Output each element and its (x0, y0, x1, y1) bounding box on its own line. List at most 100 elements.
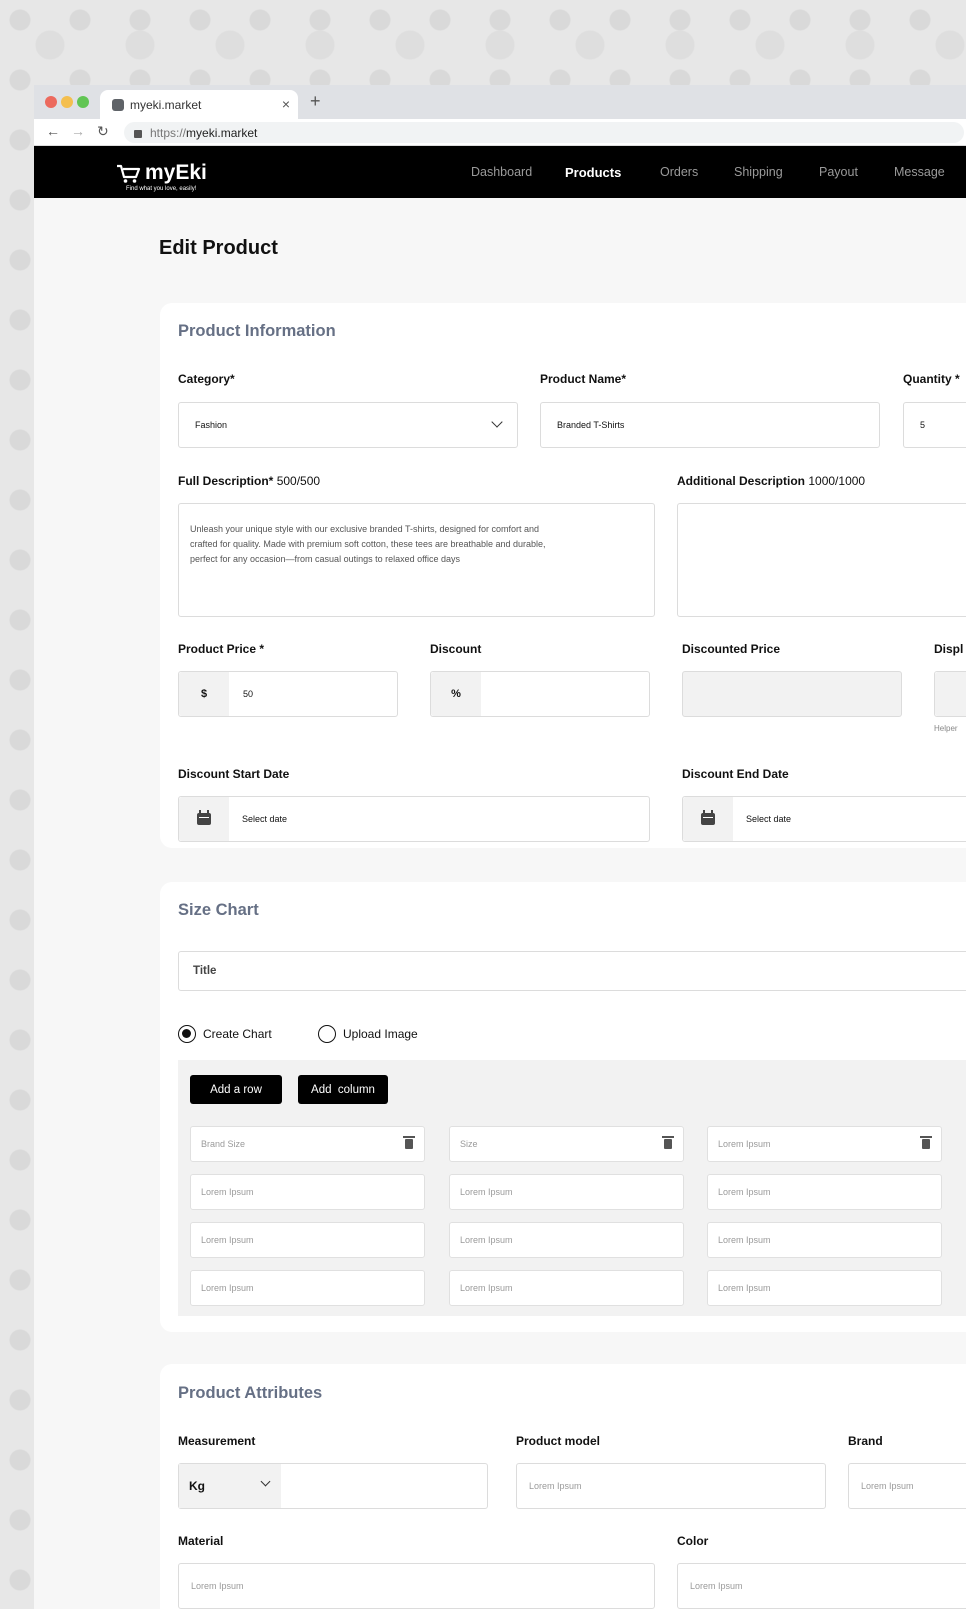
measurement-unit-value: Kg (189, 1479, 205, 1493)
add-row-button[interactable]: Add a row (190, 1075, 282, 1104)
full-description-count: 500/500 (276, 474, 321, 488)
size-chart-card: Size Chart Title Create Chart Upload Ima… (160, 882, 966, 1332)
header-cell[interactable]: Brand Size (190, 1126, 425, 1162)
product-price-label: Product Price * (178, 642, 265, 656)
table-cell[interactable]: Lorem Ipsum (190, 1270, 425, 1306)
nav-orders[interactable]: Orders (660, 165, 698, 179)
discount-end-date-label: Discount End Date (682, 767, 789, 781)
color-input[interactable]: Lorem Ipsum (677, 1563, 966, 1609)
address-bar: ← → ↻ https:// myeki.market (34, 119, 966, 146)
discount-start-date-label: Discount Start Date (178, 767, 290, 781)
browser-window: myeki.market × + ← → ↻ https:// myeki.ma… (34, 85, 966, 1609)
calendar-icon (701, 810, 715, 825)
url-scheme: https:// (150, 125, 187, 140)
display-price-input[interactable]: $ (934, 671, 966, 717)
radio-upload-image[interactable]: Upload Image (318, 1025, 418, 1043)
favicon-icon (112, 98, 124, 111)
cart-icon (116, 164, 142, 183)
browser-tab[interactable]: myeki.market × (100, 90, 298, 119)
nav-shipping[interactable]: Shipping (734, 165, 783, 179)
radio-create-chart-label: Create Chart (203, 1027, 272, 1041)
trash-icon[interactable] (920, 1136, 932, 1149)
url-input[interactable]: https:// myeki.market (124, 122, 964, 143)
close-window-button[interactable] (45, 96, 57, 108)
brand-input[interactable]: Lorem Ipsum (848, 1463, 966, 1509)
table-cell[interactable]: Lorem Ipsum (190, 1174, 425, 1210)
brand-tagline: Find what you love, easily! (126, 186, 197, 192)
brand-label: Brand (848, 1434, 883, 1448)
material-input[interactable]: Lorem Ipsum (178, 1563, 655, 1609)
maximize-window-button[interactable] (77, 96, 89, 108)
brand-name: myEki (145, 161, 207, 184)
quantity-input[interactable]: 5 (903, 402, 966, 448)
additional-description-count: 1000/1000 (808, 474, 866, 488)
table-cell[interactable]: Lorem Ipsum (707, 1174, 942, 1210)
nav-payout[interactable]: Payout (819, 165, 858, 179)
product-price-input[interactable]: $ 50 (178, 671, 398, 717)
measurement-label: Measurement (178, 1434, 256, 1448)
radio-upload-image-label: Upload Image (343, 1027, 418, 1041)
product-model-placeholder: Lorem Ipsum (529, 1481, 582, 1491)
tab-close-icon[interactable]: × (282, 96, 290, 112)
lock-icon (134, 129, 142, 138)
table-cell[interactable]: Lorem Ipsum (707, 1270, 942, 1306)
header-cell-text: Size (460, 1139, 478, 1149)
forward-icon[interactable]: → (71, 123, 85, 139)
discount-end-date-input[interactable]: Select date (682, 796, 966, 842)
chevron-down-icon (491, 416, 503, 428)
browser-tab-bar: myeki.market × + (34, 85, 966, 119)
full-description-textarea[interactable]: Unleash your unique style with our exclu… (178, 503, 655, 617)
chart-title-input[interactable]: Title (178, 951, 966, 991)
table-cell[interactable]: Lorem Ipsum (449, 1222, 684, 1258)
measurement-unit-select[interactable]: Kg (179, 1464, 281, 1508)
product-model-input[interactable]: Lorem Ipsum (516, 1463, 826, 1509)
site-header: myEki Find what you love, easily! Dashbo… (34, 146, 966, 198)
trash-icon[interactable] (662, 1136, 674, 1149)
additional-description-textarea[interactable] (677, 503, 966, 617)
minimize-window-button[interactable] (61, 96, 73, 108)
product-name-label: Product Name* (540, 372, 627, 386)
quantity-value: 5 (920, 420, 926, 430)
table-cell[interactable]: Lorem Ipsum (190, 1222, 425, 1258)
category-value: Fashion (195, 420, 228, 430)
product-attributes-card: Product Attributes Measurement Kg Produc… (160, 1364, 966, 1609)
url-host: myeki.market (186, 125, 258, 140)
discount-input[interactable]: % (430, 671, 650, 717)
add-column-button[interactable]: Add column (298, 1075, 388, 1104)
brand-logo[interactable]: myEki Find what you love, easily! (116, 161, 207, 192)
additional-description-label-text: Additional Description (677, 474, 806, 488)
end-date-value: Select date (746, 814, 792, 824)
header-cell[interactable]: Lorem Ipsum (707, 1126, 942, 1162)
brand-placeholder: Lorem Ipsum (861, 1481, 914, 1491)
new-tab-icon[interactable]: + (310, 91, 321, 112)
trash-icon[interactable] (403, 1136, 415, 1149)
nav-message[interactable]: Message (894, 165, 945, 179)
product-name-input[interactable]: Branded T-Shirts (540, 402, 880, 448)
discount-start-date-input[interactable]: Select date (178, 796, 650, 842)
table-cell[interactable]: Lorem Ipsum (449, 1270, 684, 1306)
size-chart-editor: Add a row Add column Brand Size Size Lor… (178, 1060, 966, 1316)
helper-text: Helper (934, 724, 958, 733)
product-price-value: 50 (243, 689, 254, 699)
nav-dashboard[interactable]: Dashboard (471, 165, 532, 179)
table-cell[interactable]: Lorem Ipsum (449, 1174, 684, 1210)
section-title: Product Attributes (178, 1384, 323, 1402)
discounted-price-label: Discounted Price (682, 642, 781, 656)
table-cell[interactable]: Lorem Ipsum (707, 1222, 942, 1258)
measurement-input[interactable]: Kg (178, 1463, 488, 1509)
section-title: Product Information (178, 322, 336, 340)
radio-create-chart[interactable]: Create Chart (178, 1025, 272, 1043)
product-model-label: Product model (516, 1434, 601, 1448)
full-description-label-text: Full Description* (178, 474, 274, 488)
reload-icon[interactable]: ↻ (97, 123, 109, 140)
color-label: Color (677, 1534, 709, 1548)
category-select[interactable]: Fashion (178, 402, 518, 448)
back-icon[interactable]: ← (46, 123, 60, 139)
calendar-icon (197, 810, 211, 825)
header-cell[interactable]: Size (449, 1126, 684, 1162)
nav-products[interactable]: Products (565, 165, 621, 180)
category-label: Category* (178, 372, 235, 386)
display-price-label: Displ (934, 642, 964, 656)
full-description-label: Full Description* 500/500 (178, 474, 320, 488)
section-title: Size Chart (178, 901, 259, 919)
